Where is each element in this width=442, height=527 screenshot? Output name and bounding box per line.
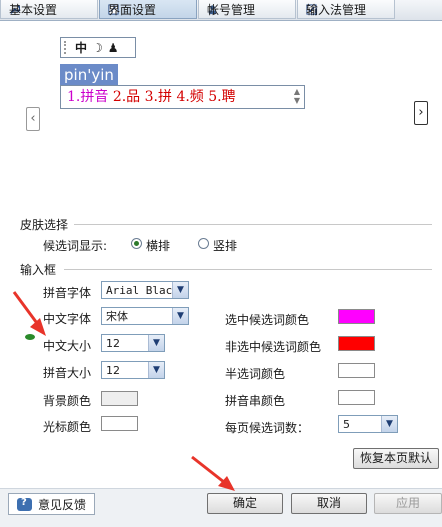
red-arrow-icon [12,291,46,336]
annotation-arrows [12,291,235,491]
green-mark-icon [25,334,35,340]
red-arrow-icon [191,455,235,491]
